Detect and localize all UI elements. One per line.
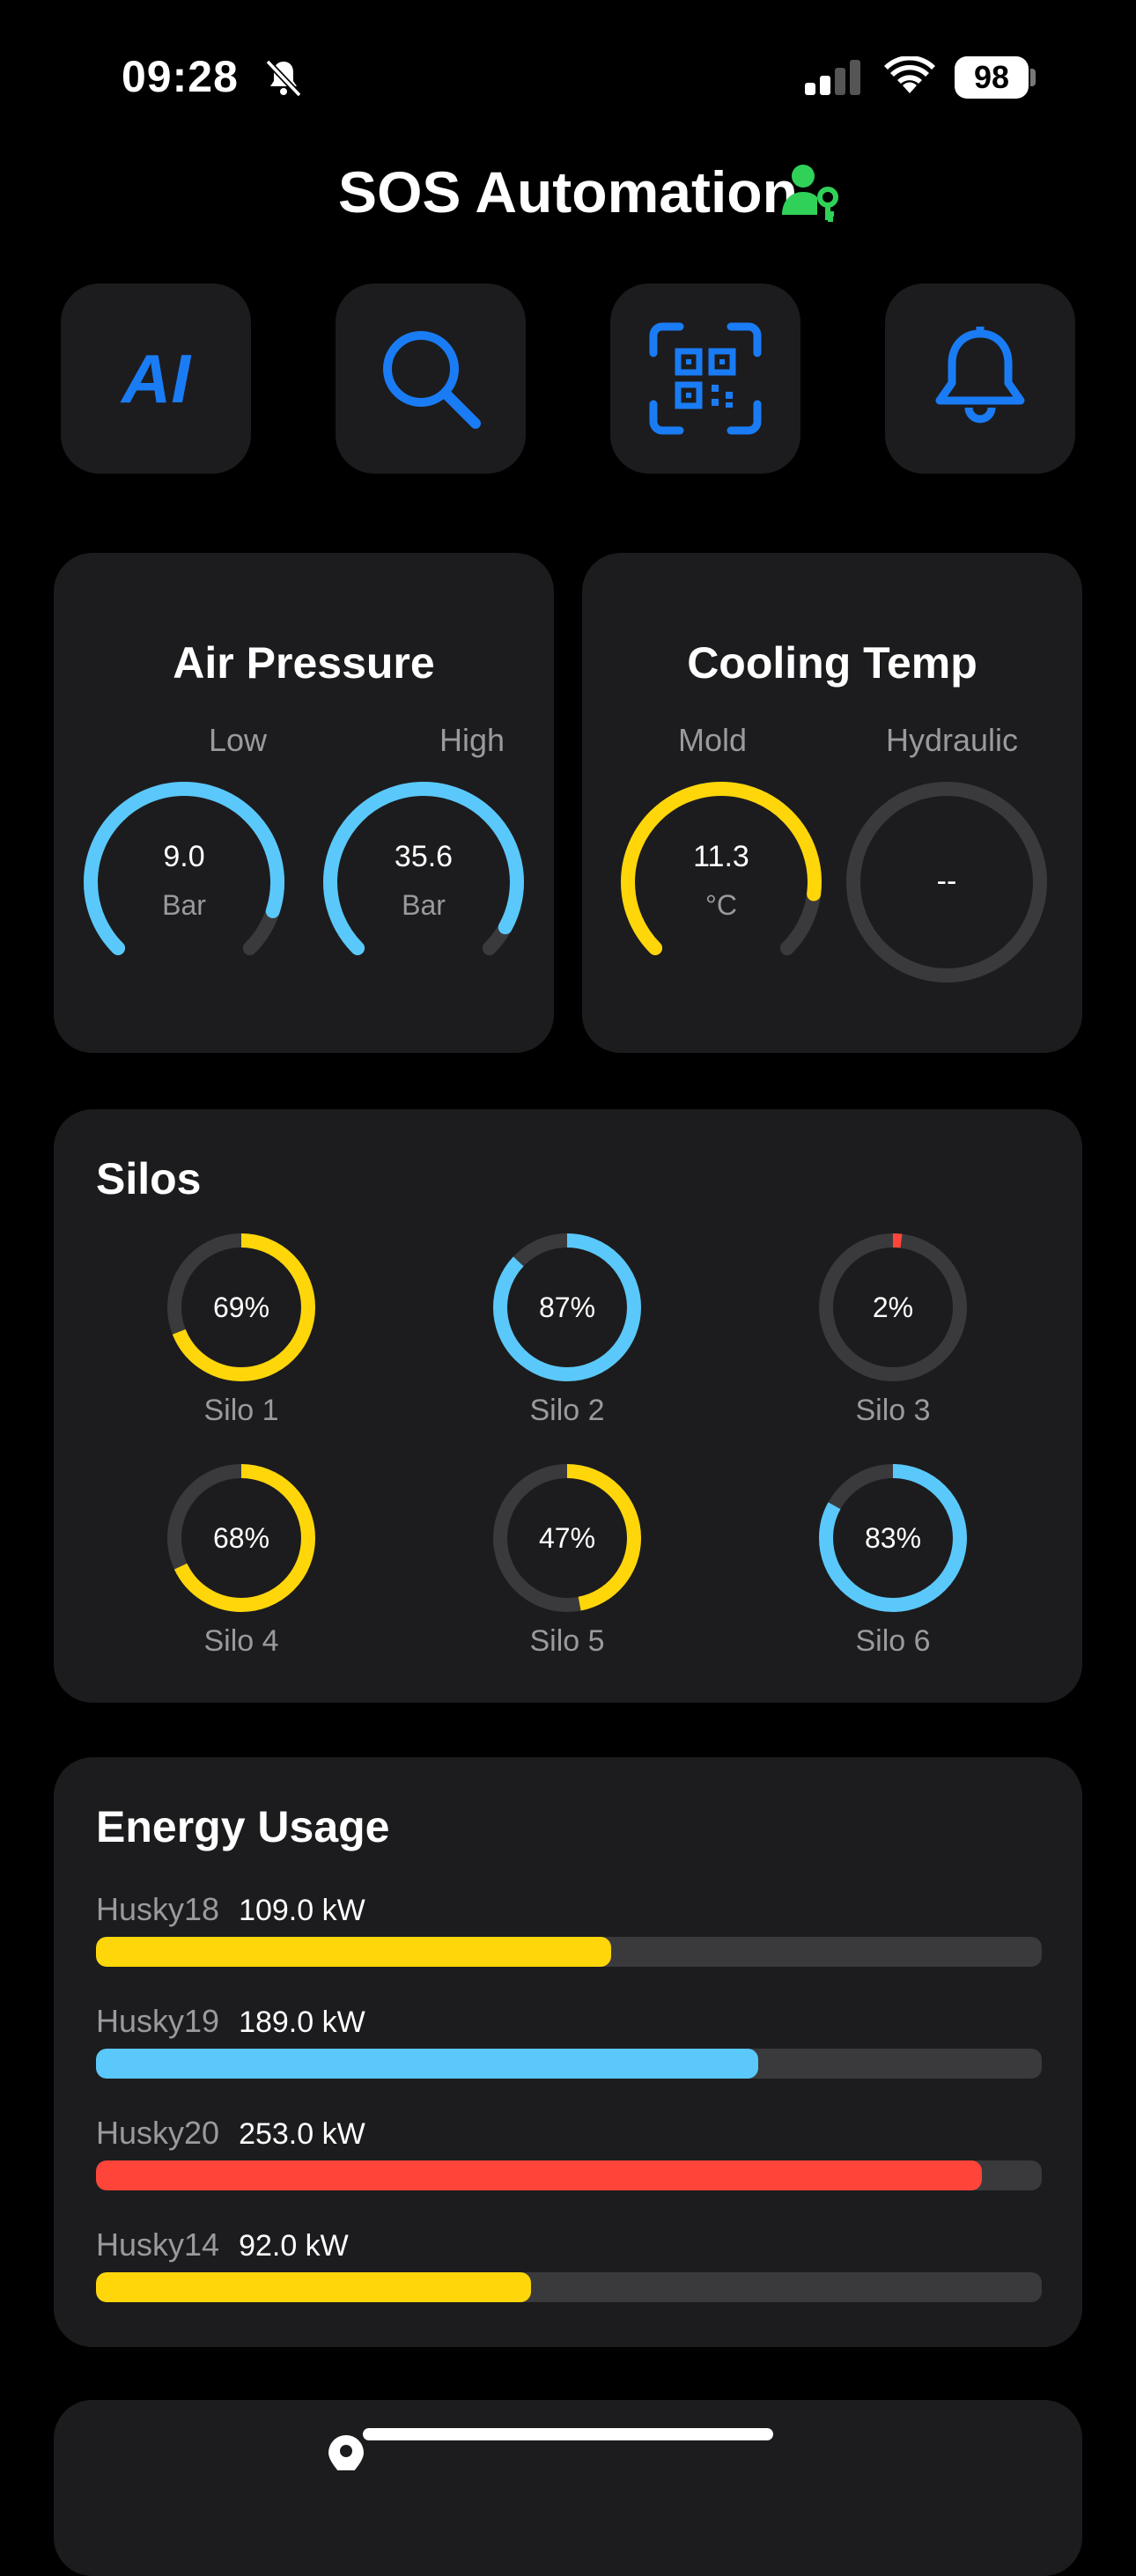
energy-machine-name: Husky19 xyxy=(96,2003,220,2039)
app-title: SOS Automation xyxy=(338,159,798,224)
gauge-label: Low xyxy=(209,722,268,758)
person-key-icon[interactable] xyxy=(780,160,844,228)
silo-item[interactable]: 83% Silo 6 xyxy=(796,1459,990,1679)
air-pressure-low-gauge xyxy=(83,782,284,983)
air-pressure-high-gauge xyxy=(323,782,524,983)
notifications-button[interactable] xyxy=(885,283,1075,474)
energy-bar-track xyxy=(96,2049,1042,2079)
gauge-unit: Bar xyxy=(402,889,446,921)
silo-name: Silo 4 xyxy=(203,1624,279,1658)
ai-button[interactable]: AI xyxy=(61,283,251,474)
energy-value: 109.0 kW xyxy=(239,1894,365,1927)
status-time: 09:28 xyxy=(122,52,239,101)
gauge-label: Mold xyxy=(677,722,748,758)
gauge-fill xyxy=(323,782,524,983)
gauge-label: Hydraulic xyxy=(885,722,1019,758)
air-pressure-card[interactable]: Air Pressure Low High 9.0 Bar 35.6 Bar xyxy=(54,553,554,1053)
energy-bar-fill xyxy=(96,2049,758,2079)
gauge-unit: °C xyxy=(705,889,737,921)
page-title: SOS Automation xyxy=(0,158,1136,225)
gauge-track xyxy=(323,782,524,983)
gauge-track xyxy=(83,782,284,983)
energy-card[interactable]: Energy Usage Husky18 109.0 kW Husky19 189.0… xyxy=(54,1757,1082,2347)
cooling-temp-title: Cooling Temp xyxy=(687,638,977,688)
location-pin-icon xyxy=(324,2435,368,2479)
energy-row[interactable]: Husky19 189.0 kW xyxy=(96,2003,1042,2100)
silo-percent: 47% xyxy=(538,1522,596,1554)
energy-bar-track xyxy=(96,2160,1042,2190)
silo-percent: 87% xyxy=(538,1292,596,1323)
mute-bell-icon xyxy=(262,56,305,103)
silo-item[interactable]: 47% Silo 5 xyxy=(470,1459,664,1679)
battery-nub xyxy=(1030,69,1036,86)
energy-bar-fill xyxy=(96,2160,983,2190)
home-indicator[interactable] xyxy=(363,2428,773,2440)
silo-item[interactable]: 2% Silo 3 xyxy=(796,1228,990,1448)
mold-temp-gauge xyxy=(621,782,822,983)
silo-percent: 69% xyxy=(212,1292,270,1323)
silo-item[interactable]: 68% Silo 4 xyxy=(144,1459,338,1679)
gauge-track xyxy=(621,782,822,983)
energy-machine-name: Husky18 xyxy=(96,1891,220,1927)
energy-value: 92.0 kW xyxy=(239,2229,349,2263)
energy-row[interactable]: Husky20 253.0 kW xyxy=(96,2115,1042,2212)
energy-title: Energy Usage xyxy=(96,1802,390,1851)
silo-name: Silo 3 xyxy=(855,1394,931,1427)
cellular-signal-icon xyxy=(805,60,863,99)
bell-icon xyxy=(935,327,1025,423)
battery-indicator: 98 xyxy=(955,56,1029,99)
wifi-icon xyxy=(884,55,935,99)
air-pressure-title: Air Pressure xyxy=(173,638,435,688)
silo-percent: 2% xyxy=(872,1292,914,1323)
silo-name: Silo 2 xyxy=(529,1394,605,1427)
silo-name: Silo 1 xyxy=(203,1394,279,1427)
energy-value: 189.0 kW xyxy=(239,2006,365,2039)
gauge-value: 35.6 xyxy=(394,840,454,873)
qr-scan-icon xyxy=(649,322,762,435)
silo-item[interactable]: 87% Silo 2 xyxy=(470,1228,664,1448)
ai-icon: AI xyxy=(122,339,190,417)
cooling-temp-card[interactable]: Cooling Temp Mold Hydraulic 11.3 °C -- xyxy=(582,553,1082,1053)
next-card[interactable] xyxy=(54,2400,1082,2576)
energy-machine-name: Husky20 xyxy=(96,2115,220,2151)
silo-name: Silo 6 xyxy=(855,1624,931,1658)
gauge-unit: Bar xyxy=(162,889,206,921)
energy-row[interactable]: Husky18 109.0 kW xyxy=(96,1891,1042,1988)
energy-row[interactable]: Husky14 92.0 kW xyxy=(96,2226,1042,2323)
silo-percent: 83% xyxy=(864,1522,922,1554)
energy-machine-name: Husky14 xyxy=(96,2226,220,2263)
energy-bar-fill xyxy=(96,1937,612,1967)
silos-card[interactable]: Silos 69% Silo 1 87% Silo 2 2% Silo 3 68% Silo … xyxy=(54,1109,1082,1703)
search-button[interactable] xyxy=(336,283,526,474)
silo-name: Silo 5 xyxy=(529,1624,605,1658)
gauge-label: High xyxy=(439,722,505,758)
search-icon xyxy=(383,331,481,429)
gauge-value: 9.0 xyxy=(163,840,205,873)
energy-value: 253.0 kW xyxy=(239,2117,365,2151)
gauge-value: -- xyxy=(936,865,957,898)
gauge-value: 11.3 xyxy=(693,840,749,873)
gauge-fill xyxy=(83,782,284,983)
gauge-fill xyxy=(621,782,822,983)
silos-title: Silos xyxy=(96,1154,202,1203)
silo-item[interactable]: 69% Silo 1 xyxy=(144,1228,338,1448)
energy-bar-fill xyxy=(96,2272,532,2302)
energy-bar-track xyxy=(96,2272,1042,2302)
qr-scan-button[interactable] xyxy=(610,283,800,474)
silo-percent: 68% xyxy=(212,1522,270,1554)
energy-bar-track xyxy=(96,1937,1042,1967)
